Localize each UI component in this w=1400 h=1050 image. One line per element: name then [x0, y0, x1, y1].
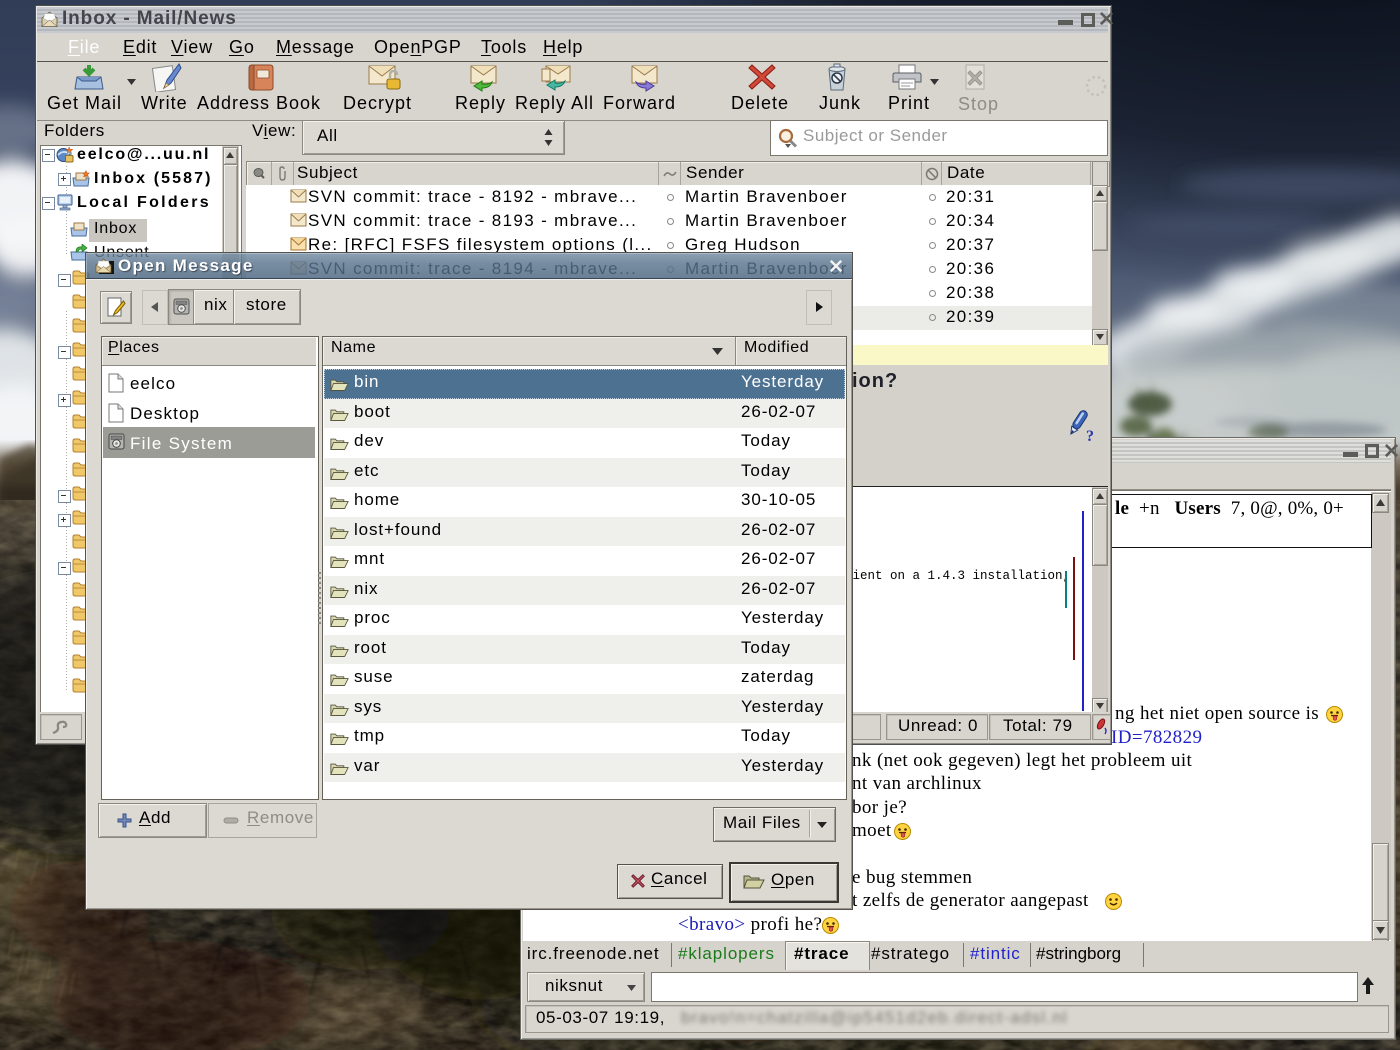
svg-text:?: ? — [1086, 428, 1095, 443]
